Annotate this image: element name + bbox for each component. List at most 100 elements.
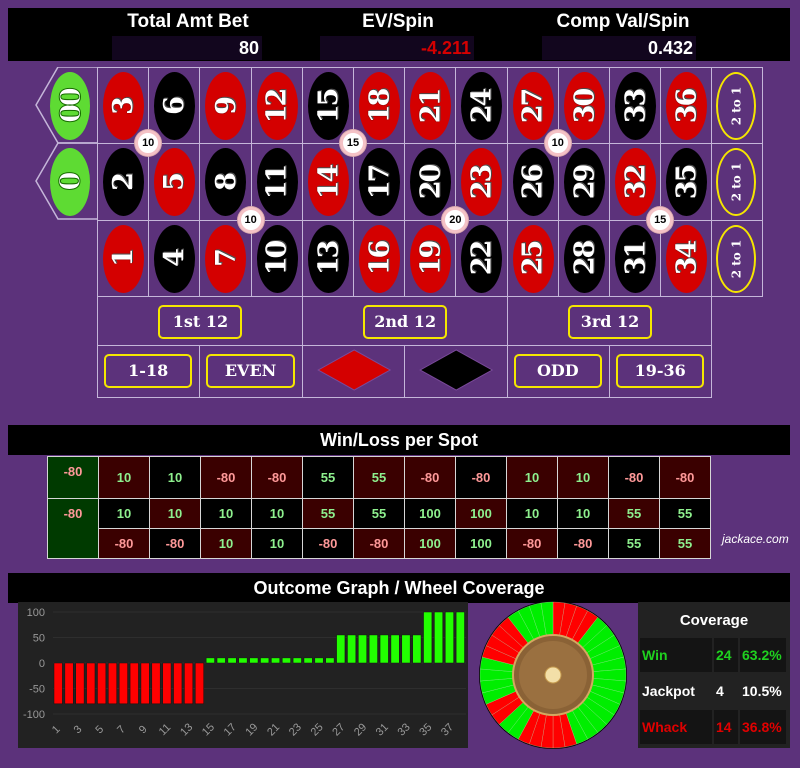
number-28[interactable]: 28: [563, 224, 605, 293]
grid-cell-29[interactable]: 29: [557, 143, 610, 221]
number-1[interactable]: 1: [103, 224, 145, 293]
win-loss-cell-21: -80: [404, 456, 456, 499]
column-bet-2to1[interactable]: 2 to 1: [716, 148, 757, 217]
grid-cell-5[interactable]: 5: [148, 143, 201, 221]
outside-bet-label[interactable]: 19-36: [616, 353, 705, 388]
coverage-label: Win: [640, 638, 712, 672]
number-21[interactable]: 21: [410, 72, 452, 141]
bet-chip[interactable]: 10: [237, 206, 264, 233]
outside-bet-1-18[interactable]: 1-18: [97, 344, 201, 398]
number-31[interactable]: 31: [615, 224, 657, 293]
grid-cell-4[interactable]: 4: [148, 219, 201, 297]
outside-bet-label[interactable]: ODD: [513, 353, 602, 388]
grid-cell-12[interactable]: 12: [250, 67, 303, 145]
outcome-bar: [249, 657, 259, 664]
column-bet-cell[interactable]: 2 to 1: [711, 219, 764, 297]
outside-bet-black-diamond[interactable]: [404, 344, 508, 398]
bet-chip[interactable]: 15: [647, 206, 674, 233]
number-26[interactable]: 26: [512, 148, 554, 217]
number-14[interactable]: 14: [307, 148, 349, 217]
dozen-bet-label[interactable]: 1st 12: [158, 304, 243, 339]
win-loss-cell-15: 55: [302, 456, 354, 499]
number-24[interactable]: 24: [461, 72, 503, 141]
number-9[interactable]: 9: [205, 72, 247, 141]
number-30[interactable]: 30: [563, 72, 605, 141]
grid-cell-34[interactable]: 34: [660, 219, 713, 297]
win-loss-cell-10: 10: [251, 528, 303, 559]
column-bet-cell[interactable]: 2 to 1: [711, 67, 764, 145]
number-13[interactable]: 13: [307, 224, 349, 293]
number-22[interactable]: 22: [461, 224, 503, 293]
outcome-bar: [162, 662, 172, 705]
number-29[interactable]: 29: [563, 148, 605, 217]
number-12[interactable]: 12: [256, 72, 298, 141]
number-00[interactable]: 00: [50, 72, 90, 140]
grid-cell-33[interactable]: 33: [609, 67, 662, 145]
grid-cell-22[interactable]: 22: [455, 219, 508, 297]
column-bet-2to1[interactable]: 2 to 1: [716, 224, 757, 293]
number-10[interactable]: 10: [256, 224, 298, 293]
grid-cell-1[interactable]: 1: [97, 219, 150, 297]
number-2[interactable]: 2: [103, 148, 145, 217]
grid-cell-24[interactable]: 24: [455, 67, 508, 145]
dozen-bet-label[interactable]: 3rd 12: [567, 304, 652, 339]
outside-bet-label[interactable]: 1-18: [104, 353, 193, 388]
number-16[interactable]: 16: [359, 224, 401, 293]
grid-cell-10[interactable]: 10: [250, 219, 303, 297]
number-label: 16: [364, 241, 396, 276]
number-32[interactable]: 32: [615, 148, 657, 217]
grid-cell-28[interactable]: 28: [557, 219, 610, 297]
number-19[interactable]: 19: [410, 224, 452, 293]
grid-cell-14[interactable]: 14: [301, 143, 354, 221]
win-loss-cell-23: 100: [455, 498, 507, 529]
bet-chip[interactable]: 10: [544, 130, 571, 157]
dozen-bet-cell-3[interactable]: 3rd 12: [506, 295, 713, 346]
grid-cell-2[interactable]: 2: [97, 143, 150, 221]
grid-cell-21[interactable]: 21: [404, 67, 457, 145]
number-label: 34: [671, 241, 703, 276]
outside-bet-red-diamond[interactable]: [301, 344, 406, 398]
number-34[interactable]: 34: [666, 224, 708, 293]
dozen-bet-cell-2[interactable]: 2nd 12: [301, 295, 508, 346]
grid-cell-17[interactable]: 17: [353, 143, 406, 221]
number-3[interactable]: 3: [103, 72, 145, 141]
number-0[interactable]: 0: [50, 148, 90, 216]
number-23[interactable]: 23: [461, 148, 503, 217]
grid-cell-25[interactable]: 25: [506, 219, 559, 297]
number-11[interactable]: 11: [256, 148, 298, 217]
number-15[interactable]: 15: [307, 72, 349, 141]
number-label: 1: [108, 250, 140, 268]
bet-chip[interactable]: 20: [442, 206, 469, 233]
number-27[interactable]: 27: [512, 72, 554, 141]
number-6[interactable]: 6: [154, 72, 196, 141]
number-label: 2: [108, 174, 140, 191]
number-4[interactable]: 4: [154, 224, 196, 293]
number-20[interactable]: 20: [410, 148, 452, 217]
dozen-bet-label[interactable]: 2nd 12: [363, 304, 448, 339]
number-36[interactable]: 36: [666, 72, 708, 141]
grid-cell-9[interactable]: 9: [199, 67, 252, 145]
outcome-bar: [368, 634, 378, 664]
number-17[interactable]: 17: [359, 148, 401, 217]
grid-cell-26[interactable]: 26: [506, 143, 559, 221]
grid-cell-36[interactable]: 36: [660, 67, 713, 145]
number-label: 7: [210, 250, 242, 268]
column-bet-2to1[interactable]: 2 to 1: [716, 72, 757, 141]
outside-bet-19-36[interactable]: 19-36: [609, 344, 713, 398]
number-18[interactable]: 18: [359, 72, 401, 141]
dozen-bet-cell-1[interactable]: 1st 12: [97, 295, 303, 346]
column-bet-cell[interactable]: 2 to 1: [711, 143, 764, 221]
number-5[interactable]: 5: [154, 148, 196, 217]
number-25[interactable]: 25: [512, 224, 554, 293]
outside-bet-label[interactable]: EVEN: [206, 353, 295, 388]
outside-bet-odd[interactable]: ODD: [506, 344, 610, 398]
outside-bet-even[interactable]: EVEN: [199, 344, 303, 398]
number-label: 24: [466, 89, 498, 123]
number-35[interactable]: 35: [666, 148, 708, 217]
number-8[interactable]: 8: [205, 148, 247, 217]
number-label: 11: [261, 165, 293, 200]
grid-cell-13[interactable]: 13: [301, 219, 354, 297]
number-7[interactable]: 7: [205, 224, 247, 293]
grid-cell-16[interactable]: 16: [353, 219, 406, 297]
number-33[interactable]: 33: [615, 72, 657, 141]
